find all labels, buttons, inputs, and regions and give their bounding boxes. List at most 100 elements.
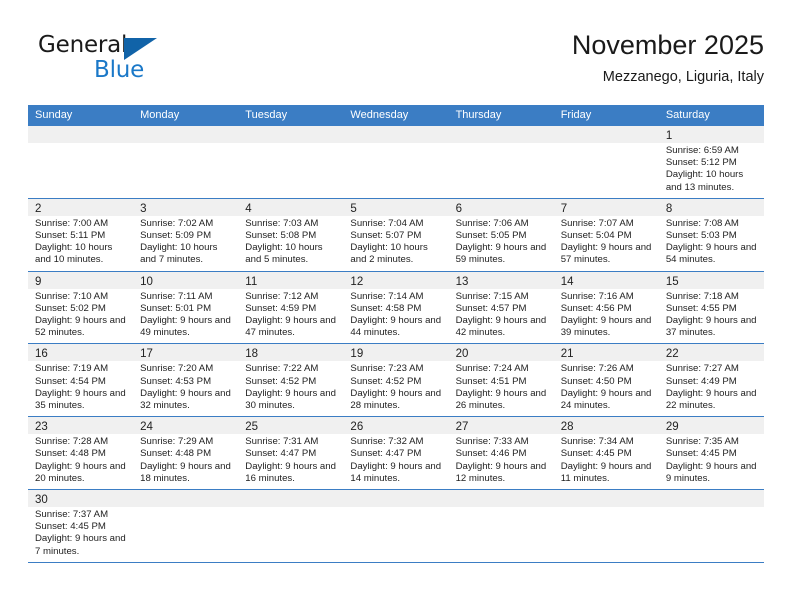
sunset-time: Sunset: 4:48 PM (35, 448, 106, 460)
calendar-day-cell-empty (343, 126, 449, 198)
day-number-band (28, 126, 134, 143)
day-number: 26 (350, 421, 364, 434)
calendar-week-row: 2 Sunrise: 7:00 AM Sunset: 5:11 PM Daylight… (28, 198, 764, 272)
day-info: Sunrise: 7:06 AM Sunset: 5:05 PM Daylight:… (449, 216, 554, 271)
day-number-band: 2 (28, 198, 134, 216)
calendar-day-cell[interactable]: 30 Sunrise: 7:37 AM Sunset: 4:45 PM Dayligh… (28, 490, 134, 562)
day-number-band: 28 (553, 417, 659, 435)
day-number-band: 13 (448, 271, 554, 289)
day-number-band: 4 (238, 198, 344, 216)
calendar-day-cell-empty (448, 126, 554, 198)
calendar-day-cell[interactable]: 9 Sunrise: 7:10 AM Sunset: 5:02 PM Daylight… (28, 271, 134, 344)
sunrise-time: Sunrise: 7:18 AM (665, 290, 739, 302)
calendar-week-row: 16 Sunrise: 7:19 AM Sunset: 4:54 PM Dayligh… (28, 344, 764, 418)
sunrise-time: Sunrise: 7:20 AM (140, 363, 214, 375)
daylight-duration: Daylight: 9 hours and 18 minutes. (140, 460, 231, 484)
calendar-day-cell[interactable]: 7 Sunrise: 7:07 AM Sunset: 5:04 PM Daylight… (553, 198, 659, 271)
day-number-band (448, 126, 554, 143)
day-number-band: 18 (238, 344, 344, 362)
day-number: 21 (560, 348, 574, 361)
day-number-band: 5 (343, 198, 449, 216)
day-number-band: 25 (238, 417, 344, 435)
day-info: Sunrise: 7:15 AM Sunset: 4:57 PM Daylight:… (449, 289, 554, 344)
day-info: Sunrise: 7:08 AM Sunset: 5:03 PM Daylight:… (659, 216, 764, 271)
day-number: 2 (35, 202, 42, 215)
day-number-band: 29 (658, 417, 764, 435)
day-info: Sunrise: 7:35 AM Sunset: 4:45 PM Daylight:… (659, 434, 764, 489)
calendar-day-cell[interactable]: 12 Sunrise: 7:14 AM Sunset: 4:58 PM Dayligh… (343, 271, 449, 344)
weekday-header-monday: Monday (140, 109, 180, 121)
calendar-day-cell[interactable]: 15 Sunrise: 7:18 AM Sunset: 4:55 PM Dayligh… (658, 271, 764, 344)
sunset-time: Sunset: 4:47 PM (245, 448, 317, 460)
day-number-band: 21 (553, 344, 659, 362)
sunset-time: Sunset: 4:49 PM (665, 375, 737, 387)
sunset-time: Sunset: 5:02 PM (35, 302, 106, 314)
calendar-day-cell[interactable]: 29 Sunrise: 7:35 AM Sunset: 4:45 PM Dayligh… (658, 417, 764, 490)
sunrise-time: Sunrise: 7:06 AM (455, 217, 529, 229)
day-info: Sunrise: 7:19 AM Sunset: 4:54 PM Daylight:… (28, 361, 133, 416)
calendar-day-cell[interactable]: 19 Sunrise: 7:23 AM Sunset: 4:52 PM Dayligh… (343, 344, 449, 417)
calendar-day-cell[interactable]: 25 Sunrise: 7:31 AM Sunset: 4:47 PM Dayligh… (238, 417, 344, 490)
calendar-page: General Blue November 2025 Mezzanego, Li… (0, 0, 792, 612)
calendar-day-cell[interactable]: 2 Sunrise: 7:00 AM Sunset: 5:11 PM Daylight… (28, 198, 134, 271)
calendar-day-cell[interactable]: 24 Sunrise: 7:29 AM Sunset: 4:48 PM Dayligh… (133, 417, 239, 490)
sunrise-time: Sunrise: 7:24 AM (455, 363, 529, 375)
calendar-day-cell[interactable]: 8 Sunrise: 7:08 AM Sunset: 5:03 PM Daylight… (658, 198, 764, 271)
calendar-day-cell[interactable]: 10 Sunrise: 7:11 AM Sunset: 5:01 PM Dayligh… (133, 271, 239, 344)
day-number-band: 12 (343, 271, 449, 289)
day-info: Sunrise: 7:00 AM Sunset: 5:11 PM Daylight:… (28, 216, 133, 271)
sunset-time: Sunset: 5:08 PM (245, 230, 317, 242)
day-number: 19 (350, 348, 364, 361)
day-number-band: 15 (658, 271, 764, 289)
calendar-day-cell[interactable]: 6 Sunrise: 7:06 AM Sunset: 5:05 PM Daylight… (448, 198, 554, 271)
day-info: Sunrise: 7:28 AM Sunset: 4:48 PM Daylight:… (28, 434, 133, 489)
sunrise-time: Sunrise: 7:34 AM (560, 436, 634, 448)
calendar-day-cell[interactable]: 23 Sunrise: 7:28 AM Sunset: 4:48 PM Dayligh… (28, 417, 134, 490)
daylight-duration: Daylight: 9 hours and 9 minutes. (665, 460, 757, 484)
sunset-time: Sunset: 4:53 PM (140, 375, 212, 387)
calendar-day-cell[interactable]: 22 Sunrise: 7:27 AM Sunset: 4:49 PM Dayligh… (658, 344, 764, 417)
daylight-duration: Daylight: 9 hours and 59 minutes. (455, 242, 547, 266)
day-number-band (343, 126, 449, 143)
calendar-day-cell[interactable]: 28 Sunrise: 7:34 AM Sunset: 4:45 PM Dayligh… (553, 417, 659, 490)
daylight-duration: Daylight: 9 hours and 32 minutes. (140, 387, 231, 412)
calendar-day-cell[interactable]: 4 Sunrise: 7:03 AM Sunset: 5:08 PM Daylight… (238, 198, 344, 271)
day-number-band (553, 126, 659, 143)
general-blue-logo[interactable]: General Blue (38, 34, 218, 90)
day-info: Sunrise: 7:33 AM Sunset: 4:46 PM Daylight:… (449, 434, 554, 489)
day-number: 4 (245, 202, 252, 215)
calendar-day-cell[interactable]: 17 Sunrise: 7:20 AM Sunset: 4:53 PM Dayligh… (133, 344, 239, 417)
day-number-band: 3 (133, 198, 239, 216)
calendar-day-cell[interactable]: 18 Sunrise: 7:22 AM Sunset: 4:52 PM Dayligh… (238, 344, 344, 417)
calendar-day-cell[interactable]: 1 Sunrise: 6:59 AM Sunset: 5:12 PM Daylight… (658, 126, 764, 198)
sunset-time: Sunset: 4:47 PM (350, 448, 422, 460)
day-info: Sunrise: 7:11 AM Sunset: 5:01 PM Daylight:… (133, 289, 238, 344)
calendar-week-row: 1 Sunrise: 6:59 AM Sunset: 5:12 PM Daylight… (28, 126, 764, 199)
sunrise-time: Sunrise: 7:07 AM (560, 217, 634, 229)
calendar-day-cell-empty (448, 490, 554, 562)
sunset-time: Sunset: 4:55 PM (665, 302, 737, 314)
calendar-day-cell[interactable]: 21 Sunrise: 7:26 AM Sunset: 4:50 PM Dayligh… (553, 344, 659, 417)
calendar-day-cell[interactable]: 13 Sunrise: 7:15 AM Sunset: 4:57 PM Dayligh… (448, 271, 554, 344)
calendar-day-cell[interactable]: 20 Sunrise: 7:24 AM Sunset: 4:51 PM Dayligh… (448, 344, 554, 417)
daylight-duration: Daylight: 9 hours and 7 minutes. (35, 533, 126, 557)
calendar-day-cell[interactable]: 5 Sunrise: 7:04 AM Sunset: 5:07 PM Daylight… (343, 198, 449, 271)
day-info: Sunrise: 7:32 AM Sunset: 4:47 PM Daylight:… (343, 434, 448, 489)
calendar-day-cell[interactable]: 16 Sunrise: 7:19 AM Sunset: 4:54 PM Dayligh… (28, 344, 134, 417)
calendar-day-cell[interactable]: 3 Sunrise: 7:02 AM Sunset: 5:09 PM Daylight… (133, 198, 239, 271)
page-title: November 2025 (571, 30, 764, 60)
logo-text-general: General (38, 32, 128, 58)
day-info: Sunrise: 6:59 AM Sunset: 5:12 PM Daylight:… (659, 143, 764, 198)
sunrise-time: Sunrise: 7:15 AM (455, 290, 529, 302)
day-info: Sunrise: 7:18 AM Sunset: 4:55 PM Daylight:… (659, 289, 764, 344)
sunset-time: Sunset: 5:01 PM (140, 302, 212, 314)
calendar-day-cell-empty (133, 126, 239, 198)
daylight-duration: Daylight: 9 hours and 39 minutes. (560, 315, 652, 339)
calendar-day-cell[interactable]: 11 Sunrise: 7:12 AM Sunset: 4:59 PM Dayligh… (238, 271, 344, 344)
daylight-duration: Daylight: 9 hours and 49 minutes. (140, 315, 231, 339)
sunrise-time: Sunrise: 7:08 AM (665, 217, 739, 229)
calendar-day-cell[interactable]: 26 Sunrise: 7:32 AM Sunset: 4:47 PM Dayligh… (343, 417, 449, 490)
weekday-header-row: Sunday Monday Tuesday Wednesday Thursday Frid… (28, 105, 764, 126)
calendar-day-cell[interactable]: 27 Sunrise: 7:33 AM Sunset: 4:46 PM Dayligh… (448, 417, 554, 490)
calendar-day-cell[interactable]: 14 Sunrise: 7:16 AM Sunset: 4:56 PM Dayligh… (553, 271, 659, 344)
